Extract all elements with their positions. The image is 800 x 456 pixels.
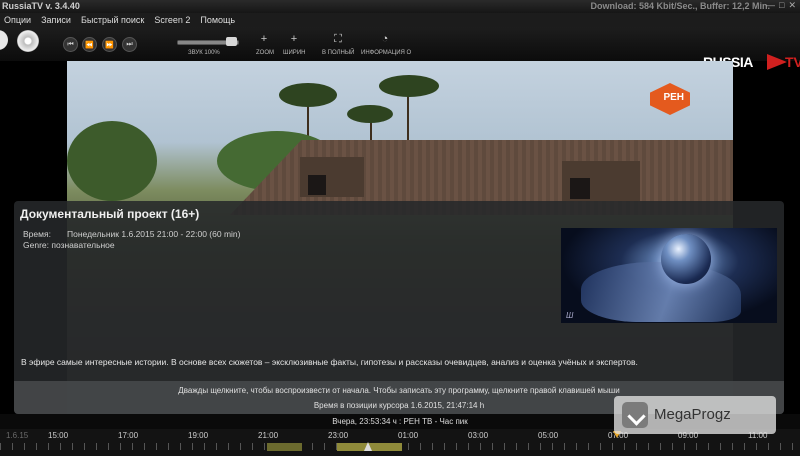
palm-crown bbox=[279, 83, 337, 107]
thumbnail-signature: Ш bbox=[566, 311, 574, 320]
program-title: Документальный проект (16+) bbox=[20, 207, 200, 221]
skip-forward-button[interactable]: ⏭ bbox=[122, 37, 137, 52]
time-label: Время: bbox=[23, 229, 51, 239]
timeline-hour: 01:00 bbox=[398, 431, 419, 440]
timeline-date: 1.6.15 bbox=[6, 431, 29, 440]
menu-screen-2[interactable]: Screen 2 bbox=[154, 15, 190, 25]
program-description: В эфире самые интересные истории. В осно… bbox=[21, 357, 638, 367]
app-title: RussiaTV v. 3.4.40 bbox=[2, 1, 80, 11]
logo-accent: TV bbox=[785, 54, 800, 70]
download-status: Download: 584 Kbit/Sec., Buffer: 12,2 Mi… bbox=[590, 1, 770, 11]
dormer-window bbox=[570, 178, 590, 199]
timeline-cursor[interactable] bbox=[364, 442, 372, 451]
timeline-hour: 23:00 bbox=[328, 431, 349, 440]
globe-image bbox=[661, 234, 711, 284]
timeline-hour: 17:00 bbox=[118, 431, 139, 440]
timeline-hour: 21:00 bbox=[258, 431, 279, 440]
width-label: ШИРИН bbox=[283, 50, 306, 56]
fullscreen-label: В ПОЛНЫЙ bbox=[322, 50, 355, 56]
fast-forward-button[interactable]: ⏩ bbox=[102, 37, 117, 52]
logo-flag-icon bbox=[767, 54, 787, 70]
info-label: ИНФОРМАЦИЯ О bbox=[361, 50, 412, 56]
program-info-panel[interactable]: Документальный проект (16+) Время: Понед… bbox=[14, 201, 784, 414]
menu-bar: Опции Записи Быстрый поиск Screen 2 Помо… bbox=[0, 13, 800, 27]
menu-quick-search[interactable]: Быстрый поиск bbox=[81, 15, 144, 25]
hint-text: Дважды щелкните, чтобы воспроизвести от … bbox=[178, 386, 620, 395]
genre: Genre: познавательное bbox=[23, 240, 115, 250]
volume-knob[interactable] bbox=[226, 37, 237, 46]
dormer-window bbox=[308, 175, 326, 195]
close-icon[interactable]: ✕ bbox=[788, 0, 796, 11]
program-block[interactable] bbox=[267, 443, 302, 451]
maximize-icon[interactable]: □ bbox=[779, 0, 784, 11]
menu-options[interactable]: Опции bbox=[4, 15, 31, 25]
tree bbox=[67, 121, 157, 201]
fullscreen-icon[interactable]: ⛶ bbox=[331, 32, 345, 46]
palm-crown bbox=[347, 105, 393, 123]
hand-image bbox=[581, 262, 741, 322]
timeline-hour: 15:00 bbox=[48, 431, 69, 440]
timeline-hour: 19:00 bbox=[188, 431, 209, 440]
title-bar: RussiaTV v. 3.4.40 Download: 584 Kbit/Se… bbox=[0, 0, 800, 13]
power-button[interactable] bbox=[0, 30, 8, 50]
time-value: Понедельник 1.6.2015 21:00 - 22:00 (60 m… bbox=[67, 229, 241, 239]
rewind-button[interactable]: ⏪ bbox=[82, 37, 97, 52]
window-controls: — □ ✕ bbox=[766, 0, 796, 11]
zoom-label: ZOOM bbox=[256, 50, 274, 56]
width-plus-icon[interactable]: + bbox=[287, 32, 301, 46]
toolbar: ⏮ ⏪ ⏩ ⏭ ЗВУК 100% + ZOOM + ШИРИН ⛶ В ПОЛ… bbox=[0, 27, 800, 70]
minimize-icon[interactable]: — bbox=[766, 0, 775, 11]
skip-back-button[interactable]: ⏮ bbox=[63, 37, 78, 52]
cd-icon[interactable] bbox=[17, 30, 39, 52]
palm-crown bbox=[379, 75, 439, 97]
ren-logo-text: РЕН bbox=[663, 92, 684, 103]
info-icon[interactable]: ◔ bbox=[378, 32, 392, 46]
zoom-plus-icon[interactable]: + bbox=[257, 32, 271, 46]
program-thumbnail: Ш bbox=[561, 228, 777, 323]
timeline-hour: 03:00 bbox=[468, 431, 489, 440]
watermark: MegaProgz bbox=[614, 396, 776, 434]
volume-label: ЗВУК 100% bbox=[188, 50, 220, 56]
shield-icon bbox=[622, 402, 648, 428]
watermark-text: MegaProgz bbox=[654, 406, 731, 423]
timeline-hour: 05:00 bbox=[538, 431, 559, 440]
menu-recordings[interactable]: Записи bbox=[41, 15, 71, 25]
menu-help[interactable]: Помощь bbox=[200, 15, 235, 25]
